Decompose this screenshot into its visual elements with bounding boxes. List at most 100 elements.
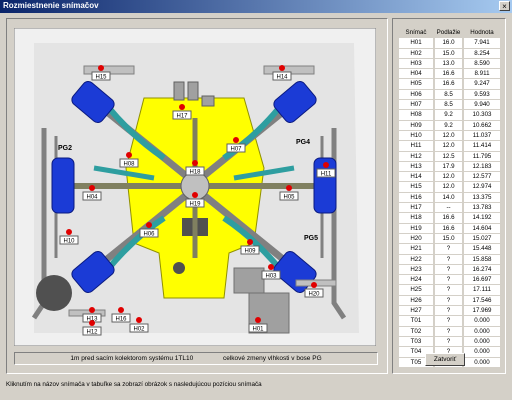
table-row[interactable]: H20 15.0 15.027 [399, 233, 502, 245]
value-cell: 11.414 [464, 141, 500, 152]
sensor-name-cell[interactable]: T02 [399, 326, 433, 337]
sensor-name-cell[interactable]: H19 [399, 223, 433, 234]
sensor-dot[interactable] [89, 307, 95, 313]
sensor-dot[interactable] [323, 162, 329, 168]
table-row[interactable]: H03 13.0 8.590 [399, 58, 502, 70]
table-row[interactable]: H17 -- 13.783 [399, 203, 502, 214]
table-row[interactable]: H02 15.0 8.254 [399, 48, 502, 59]
close-icon[interactable]: × [499, 1, 510, 11]
table-row[interactable]: H12 12.5 11.795 [399, 151, 502, 162]
floor-cell: 15.0 [435, 48, 462, 59]
table-row[interactable]: H18 16.6 14.192 [399, 213, 502, 224]
sensor-dot[interactable] [179, 104, 185, 110]
sensor-name-cell[interactable]: T01 [399, 316, 433, 327]
sensor-dot[interactable] [192, 160, 198, 166]
sensor-name-cell[interactable]: H05 [399, 79, 433, 90]
sensor-dot[interactable] [89, 320, 95, 326]
value-cell: 9.940 [464, 100, 500, 111]
sensor-name-cell[interactable]: H07 [399, 100, 433, 111]
sensor-name-cell[interactable]: T03 [399, 336, 433, 348]
floor-cell: 12.5 [435, 151, 462, 162]
table-row[interactable]: T01? 0.000 [399, 316, 502, 327]
sensor-dot[interactable] [118, 307, 124, 313]
floor-cell: 9.2 [435, 120, 462, 131]
sensor-dot[interactable] [247, 239, 253, 245]
sensor-dot[interactable] [233, 137, 239, 143]
table-row[interactable]: H23? 16.274 [399, 264, 502, 276]
value-cell: 17.546 [464, 295, 500, 307]
main-window: Rozmiestnenie snímačov × PG2 PG4 PG5 H15… [0, 0, 512, 400]
floor-cell: ? [435, 264, 462, 276]
sensor-name-cell[interactable]: H01 [399, 38, 433, 49]
sensor-dot[interactable] [98, 65, 104, 71]
sensor-dot[interactable] [66, 229, 72, 235]
sensor-name-cell[interactable]: H17 [399, 203, 433, 214]
sensor-name-cell[interactable]: H11 [399, 141, 433, 152]
sensor-name-cell[interactable]: H12 [399, 151, 433, 162]
table-row[interactable]: T03? 0.000 [399, 336, 502, 348]
sensor-name-cell[interactable]: H25 [399, 285, 433, 296]
table-row[interactable]: H11 12.0 11.414 [399, 141, 502, 152]
table-row[interactable]: H01 16.0 7.941 [399, 38, 502, 49]
sensor-name-cell[interactable]: H02 [399, 48, 433, 59]
table-row[interactable]: H14 12.0 12.577 [399, 172, 502, 183]
table-row[interactable]: H13 17.9 12.183 [399, 161, 502, 173]
sensor-name-cell[interactable]: H27 [399, 306, 433, 317]
sensor-name-cell[interactable]: H04 [399, 69, 433, 80]
sensor-dot[interactable] [192, 192, 198, 198]
sensor-dot[interactable] [126, 152, 132, 158]
value-cell: 0.000 [464, 357, 500, 368]
table-row[interactable]: H16 14.0 13.375 [399, 192, 502, 204]
value-cell: 12.183 [464, 161, 500, 173]
table-row[interactable]: H05 16.6 9.247 [399, 79, 502, 90]
status-left: 1m pred sacím kolektorom systému 1TL10 [70, 355, 194, 362]
title-bar: Rozmiestnenie snímačov × [0, 0, 512, 13]
sensor-dot[interactable] [89, 185, 95, 191]
sensor-dot[interactable] [146, 222, 152, 228]
table-row[interactable]: H24? 16.697 [399, 275, 502, 286]
sensor-name-cell[interactable]: H06 [399, 89, 433, 101]
sensor-dot[interactable] [136, 317, 142, 323]
table-row[interactable]: H10 12.0 11.037 [399, 130, 502, 142]
sensor-name-cell[interactable]: H23 [399, 264, 433, 276]
table-row[interactable]: H22? 15.858 [399, 254, 502, 265]
table-row[interactable]: H09 9.2 10.662 [399, 120, 502, 131]
sensor-name-cell[interactable]: H03 [399, 58, 433, 70]
value-cell: 12.577 [464, 172, 500, 183]
sensor-name-cell[interactable]: H21 [399, 244, 433, 255]
table-row[interactable]: H21? 15.448 [399, 244, 502, 255]
sensor-dot[interactable] [268, 264, 274, 270]
value-cell: 10.303 [464, 110, 500, 121]
sensor-dot[interactable] [279, 65, 285, 71]
table-row[interactable]: H04 16.6 8.911 [399, 69, 502, 80]
table-row[interactable]: H06 8.5 9.593 [399, 89, 502, 101]
sensor-name-cell[interactable]: H15 [399, 182, 433, 193]
table-row[interactable]: H08 9.2 10.303 [399, 110, 502, 121]
sensor-name-cell[interactable]: H10 [399, 130, 433, 142]
table-row[interactable]: H26? 17.546 [399, 295, 502, 307]
sensor-name-cell[interactable]: H18 [399, 213, 433, 224]
table-row[interactable]: T02? 0.000 [399, 326, 502, 337]
sensor-name-cell[interactable]: H16 [399, 192, 433, 204]
sensor-name-cell[interactable]: H09 [399, 120, 433, 131]
table-row[interactable]: H07 8.5 9.940 [399, 100, 502, 111]
sensor-name-cell[interactable]: H22 [399, 254, 433, 265]
close-button[interactable]: Zatvoriť [425, 353, 465, 366]
table-header: Snímač Podlažie Hodnota [399, 28, 502, 38]
sensor-layout-diagram: PG2 PG4 PG5 H15 H14 H17 H08 H07 H18 H11 H04 H05 H… [14, 28, 376, 346]
sensor-name-cell[interactable]: H20 [399, 233, 433, 245]
header-hodnota: Hodnota [470, 29, 494, 36]
table-row[interactable]: H25? 17.111 [399, 285, 502, 296]
table-row[interactable]: H27? 17.969 [399, 306, 502, 317]
table-row[interactable]: H15 12.0 12.974 [399, 182, 502, 193]
sensor-name-cell[interactable]: H08 [399, 110, 433, 121]
sensor-dot[interactable] [286, 185, 292, 191]
sensor-name-cell[interactable]: H26 [399, 295, 433, 307]
sensor-dot[interactable] [255, 317, 261, 323]
sensor-name-cell[interactable]: H24 [399, 275, 433, 286]
value-cell: 17.111 [464, 285, 500, 296]
sensor-name-cell[interactable]: H14 [399, 172, 433, 183]
sensor-name-cell[interactable]: H13 [399, 161, 433, 173]
sensor-dot[interactable] [311, 282, 317, 288]
table-row[interactable]: H19 16.6 14.604 [399, 223, 502, 234]
